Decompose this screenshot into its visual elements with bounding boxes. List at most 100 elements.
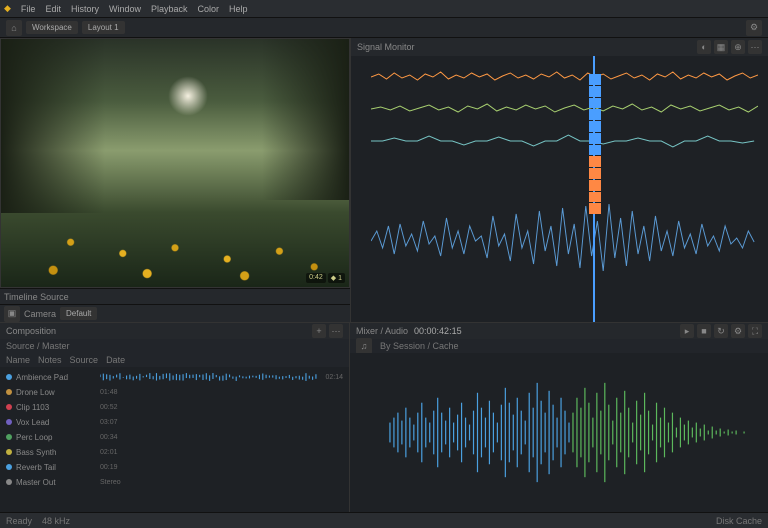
preview-info-bar: Timeline Source — [0, 288, 350, 304]
scope-zoom-icon[interactable]: ⊕ — [731, 40, 745, 54]
preview-image-light — [168, 76, 208, 116]
camera-label: Camera — [24, 309, 56, 319]
track-label: Bass Synth — [16, 448, 96, 457]
track-row[interactable]: Perc Loop 00:34 — [6, 431, 343, 443]
track-color-dot — [6, 434, 12, 440]
scope-track-1 — [371, 64, 758, 90]
waveform-display — [380, 363, 758, 502]
comp-subtitle: Source / Master — [6, 341, 70, 351]
track-label: Drone Low — [16, 388, 96, 397]
main-area: 0:42 ◆ 1 Timeline Source ▣ Camera Defaul… — [0, 38, 768, 322]
bottom-area: Composition + ⋯ Source / Master Name Not… — [0, 322, 768, 512]
preview-marker[interactable]: ◆ 1 — [328, 273, 345, 283]
comp-tab-source[interactable]: Source — [70, 355, 99, 365]
scope-track-2 — [371, 96, 758, 122]
scopes-title: Signal Monitor — [357, 42, 415, 52]
track-color-dot — [6, 464, 12, 470]
editor-header: Mixer / Audio 00:00:42:15 ▸ ■ ↻ ⚙ ⛶ — [350, 323, 768, 339]
preview-overlay-controls: 0:42 ◆ 1 — [306, 273, 345, 283]
track-color-dot — [6, 449, 12, 455]
app-icon: ◆ — [4, 3, 11, 14]
toolbar: ⌂ Workspace Layout 1 ⚙ — [0, 18, 768, 38]
comp-menu-icon[interactable]: ⋯ — [329, 324, 343, 338]
editor-title: Mixer / Audio — [356, 326, 408, 336]
track-row[interactable]: Vox Lead 03:07 — [6, 416, 343, 428]
editor-play-icon[interactable]: ▸ — [680, 324, 694, 338]
scope-more-icon[interactable]: ⋯ — [748, 40, 762, 54]
comp-tab-name[interactable]: Name — [6, 355, 30, 365]
track-row[interactable]: Drone Low 01:48 — [6, 386, 343, 398]
track-color-dot — [6, 404, 12, 410]
editor-subheader: ♫ By Session / Cache — [350, 339, 768, 353]
track-meta: 00:34 — [100, 434, 118, 441]
menu-file[interactable]: File — [21, 4, 36, 14]
scope-opt-icon[interactable]: ◐ — [697, 40, 711, 54]
track-row[interactable]: Ambience Pad 02:14 — [6, 371, 343, 383]
track-meta: 02:01 — [100, 449, 118, 456]
track-label: Clip 1103 — [16, 403, 96, 412]
camera-icon[interactable]: ▣ — [4, 306, 20, 322]
editor-expand-icon[interactable]: ⛶ — [748, 324, 762, 338]
menubar: ◆ File Edit History Window Playback Colo… — [0, 0, 768, 18]
settings-icon[interactable]: ⚙ — [746, 20, 762, 36]
track-row[interactable]: Clip 110300:52 — [6, 401, 343, 413]
comp-tab-notes[interactable]: Notes — [38, 355, 62, 365]
comp-add-icon[interactable]: + — [312, 324, 326, 338]
scope-grid-icon[interactable]: ▦ — [714, 40, 728, 54]
menu-edit[interactable]: Edit — [45, 4, 61, 14]
playhead-level-meter — [589, 74, 601, 214]
comp-tab-date[interactable]: Date — [106, 355, 125, 365]
composition-header: Composition + ⋯ — [0, 323, 349, 339]
menu-color[interactable]: Color — [198, 4, 220, 14]
editor-gear-icon[interactable]: ⚙ — [731, 324, 745, 338]
track-meta: Stereo — [100, 479, 121, 486]
track-label: Perc Loop — [16, 433, 96, 442]
menu-history[interactable]: History — [71, 4, 99, 14]
track-meta: 01:48 — [100, 389, 118, 396]
composition-subheader: Source / Master — [0, 339, 349, 353]
menu-window[interactable]: Window — [109, 4, 141, 14]
status-bar: Ready 48 kHz Disk Cache — [0, 512, 768, 528]
waveform-editor[interactable] — [350, 353, 768, 512]
preview-timecode: 0:42 — [306, 273, 326, 283]
scope-track-3 — [371, 128, 758, 154]
track-meta: 03:07 — [100, 419, 118, 426]
track-meta: 02:14 — [325, 374, 343, 381]
editor-sub-label: By Session / Cache — [380, 341, 459, 351]
scope-track-4 — [371, 176, 758, 306]
preview-panel: 0:42 ◆ 1 Timeline Source ▣ Camera Defaul… — [0, 38, 350, 322]
editor-loop-icon[interactable]: ↻ — [714, 324, 728, 338]
menu-playback[interactable]: Playback — [151, 4, 188, 14]
status-left: Ready — [6, 516, 32, 526]
composition-tabs: Name Notes Source Date — [0, 353, 349, 367]
preview-image-flowers — [1, 175, 349, 287]
track-row[interactable]: Reverb Tail00:19 — [6, 461, 343, 473]
track-color-dot — [6, 389, 12, 395]
track-label: Reverb Tail — [16, 463, 96, 472]
track-row[interactable]: Master OutStereo — [6, 476, 343, 488]
scopes-panel: Signal Monitor ◐ ▦ ⊕ ⋯ — [350, 38, 768, 322]
camera-chip[interactable]: Default — [60, 307, 97, 320]
video-preview[interactable]: 0:42 ◆ 1 — [0, 38, 350, 288]
home-icon[interactable]: ⌂ — [6, 20, 22, 36]
status-right: Disk Cache — [716, 516, 762, 526]
track-color-dot — [6, 419, 12, 425]
track-label: Vox Lead — [16, 418, 96, 427]
track-list: Ambience Pad 02:14 Drone Low 01:48 Clip 1103… — [0, 367, 349, 512]
status-mid: 48 kHz — [42, 516, 70, 526]
editor-timecode: 00:00:42:15 — [414, 326, 462, 336]
menu-help[interactable]: Help — [229, 4, 248, 14]
workspace-tab[interactable]: Workspace — [26, 21, 78, 34]
composition-title: Composition — [6, 326, 56, 336]
track-color-dot — [6, 374, 12, 380]
editor-mode-icon[interactable]: ♫ — [356, 338, 372, 354]
track-row[interactable]: Bass Synth 02:01 — [6, 446, 343, 458]
composition-panel: Composition + ⋯ Source / Master Name Not… — [0, 323, 350, 512]
preview-under-bar: ▣ Camera Default — [0, 304, 350, 322]
preview-source-label: Timeline Source — [4, 292, 69, 302]
scopes-header: Signal Monitor ◐ ▦ ⊕ ⋯ — [351, 38, 768, 56]
scopes-display[interactable] — [351, 56, 768, 322]
track-label: Ambience Pad — [16, 373, 96, 382]
layout-tab[interactable]: Layout 1 — [82, 21, 125, 34]
editor-stop-icon[interactable]: ■ — [697, 324, 711, 338]
